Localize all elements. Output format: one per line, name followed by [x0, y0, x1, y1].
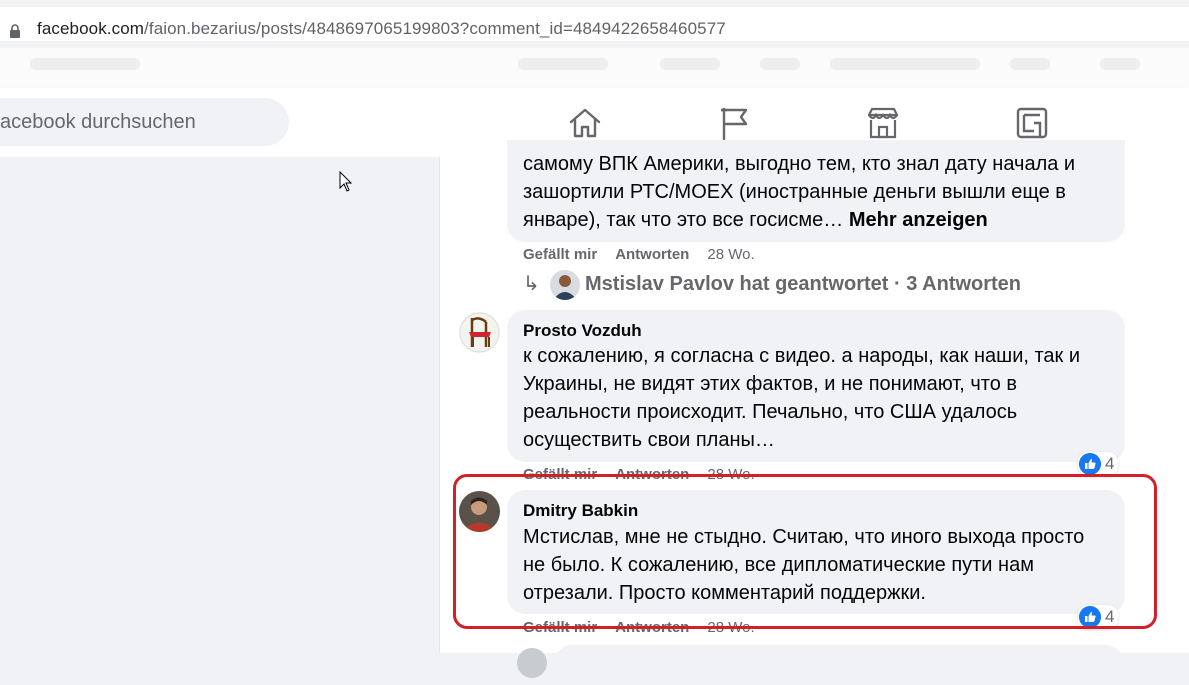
mouse-cursor-icon: [339, 171, 353, 192]
url-text: facebook.com/faion.bezarius/posts/484869…: [37, 19, 726, 39]
home-icon[interactable]: [567, 105, 603, 141]
reaction-count-value: 4: [1105, 454, 1115, 473]
search-placeholder: acebook durchsuchen: [0, 111, 196, 133]
comment-line: осуществить свои планы…: [523, 429, 775, 451]
faded-background-strip: [0, 48, 1189, 88]
faded-element: [830, 58, 980, 70]
faded-element: [760, 58, 800, 70]
search-input[interactable]: acebook durchsuchen: [0, 98, 289, 146]
url-domain: facebook.com: [37, 19, 145, 38]
browser-address-bar: facebook.com/faion.bezarius/posts/484869…: [0, 0, 1189, 48]
marketplace-icon[interactable]: [865, 105, 901, 141]
comment-line: к сожалению, я согласна с видео. а народ…: [523, 345, 1081, 367]
lock-icon: [10, 24, 20, 38]
comment-author[interactable]: Prosto Vozduh: [523, 321, 642, 341]
reply-arrow-icon: ↳: [523, 273, 540, 295]
faded-element: [660, 58, 720, 70]
like-reaction-icon: [1079, 453, 1101, 475]
comment-line: реальности происходит. Печально, что США…: [523, 401, 1018, 423]
faded-element: [1010, 58, 1050, 70]
highlight-annotation-box: [453, 474, 1157, 629]
comment-line: январе), так что это все госисме… Mehr a…: [523, 206, 988, 234]
faded-element: [518, 58, 608, 70]
avatar[interactable]: [459, 312, 500, 353]
comment-line: Украины, не видят этих фактов, и не пони…: [523, 373, 1018, 395]
comment-line: зашортили РТС/MOEX (иностранные деньги в…: [523, 181, 1066, 203]
like-link[interactable]: Gefällt mir: [523, 246, 597, 263]
url-path: /faion.bezarius/posts/4848697065199803?c…: [144, 19, 726, 38]
pages-flag-icon[interactable]: [716, 105, 752, 141]
gaming-icon[interactable]: [1014, 105, 1050, 141]
see-more-link[interactable]: Mehr anzeigen: [849, 209, 988, 231]
comment-bubble: [554, 645, 1124, 685]
url-field[interactable]: facebook.com/faion.bezarius/posts/484869…: [0, 7, 1189, 41]
faded-element: [1100, 58, 1140, 70]
comment-line: самому ВПК Америки, выгодно тем, кто зна…: [523, 153, 1076, 175]
faded-element: [30, 58, 140, 70]
view-replies-text: Mstislav Pavlov hat geantwortet · 3 Antw…: [585, 273, 1022, 295]
comment-age[interactable]: 28 Wo.: [707, 246, 754, 263]
comment-line-text: январе), так что это все госисме…: [523, 209, 849, 231]
reply-link[interactable]: Antworten: [615, 246, 689, 263]
comment-actions: Gefällt mir Antworten 28 Wo.: [523, 246, 755, 263]
reaction-count[interactable]: 4: [1078, 452, 1119, 476]
left-sidebar: [0, 157, 439, 653]
avatar[interactable]: [550, 270, 580, 300]
view-replies-link[interactable]: ↳ Mstislav Pavlov hat geantwortet · 3 An…: [523, 271, 1021, 296]
